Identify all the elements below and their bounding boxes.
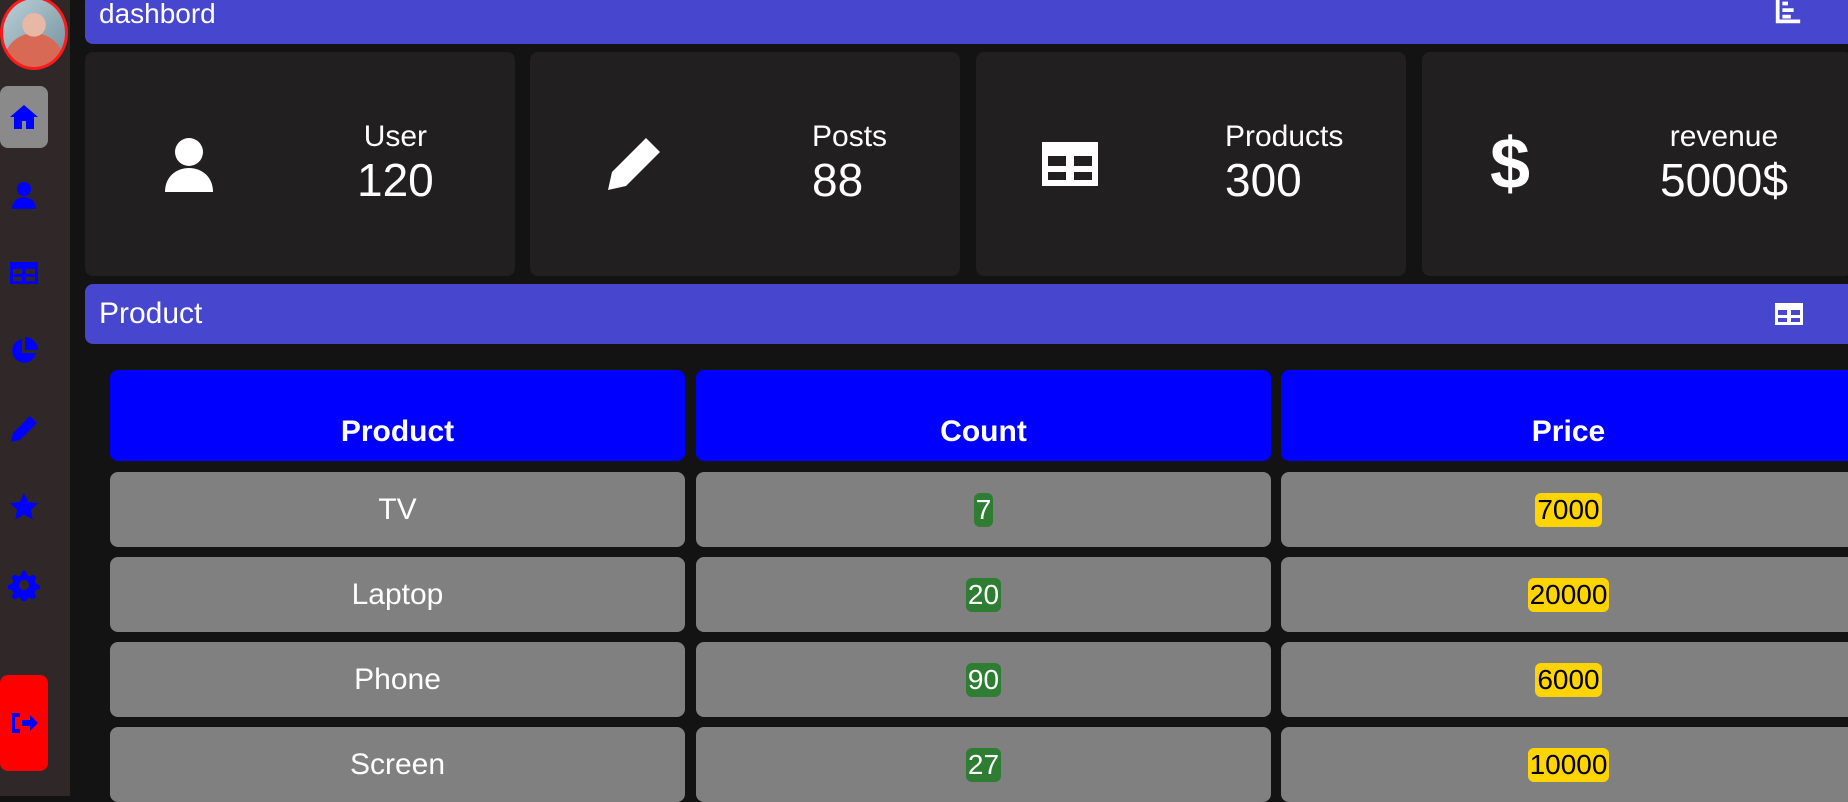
product-name: Phone: [354, 662, 441, 696]
panel-title: Product: [99, 297, 203, 330]
count-badge: 20: [965, 577, 1002, 612]
table-icon: [1775, 303, 1803, 325]
table-cell-product: Phone: [110, 642, 685, 717]
stat-label: Products: [1225, 120, 1344, 153]
header-bar: dashbord: [85, 0, 1848, 44]
bar-chart-icon: [1775, 0, 1801, 24]
pencil-icon: [602, 132, 666, 196]
stat-card-revenue: $ revenue 5000$: [1422, 52, 1848, 276]
price-badge: 10000: [1527, 747, 1610, 782]
logout-icon: [12, 713, 38, 733]
table-cell-product: Laptop: [110, 557, 685, 632]
stat-label: User: [363, 120, 428, 153]
table-cell-count: 90: [696, 642, 1271, 717]
price-badge: 20000: [1527, 577, 1610, 612]
stat-text: Products 300: [1225, 120, 1343, 206]
table-icon: [10, 262, 38, 284]
page-title: dashbord: [99, 0, 216, 29]
pie-chart-icon: [12, 337, 38, 363]
star-icon: [9, 493, 38, 520]
sidebar-item-chart[interactable]: [0, 320, 48, 382]
home-icon: [10, 105, 38, 129]
stat-text: revenue 5000$: [1660, 120, 1788, 206]
table-cell-product: TV: [110, 472, 685, 547]
sidebar-item-users[interactable]: [0, 164, 48, 226]
avatar[interactable]: [0, 0, 68, 70]
table-cell-price: 20000: [1281, 557, 1848, 632]
table-icon: [1038, 132, 1102, 196]
product-name: Screen: [349, 747, 446, 781]
table-cell-count: 7: [696, 472, 1271, 547]
product-name: TV: [378, 492, 417, 526]
column-header-price[interactable]: Price: [1281, 370, 1848, 461]
stat-text: Posts 88: [812, 120, 887, 206]
sidebar-item-home[interactable]: [0, 86, 48, 148]
logout-button[interactable]: [0, 675, 48, 771]
price-badge: 7000: [1535, 492, 1602, 527]
product-panel-header: Product: [85, 284, 1848, 344]
table-cell-product: Screen: [110, 727, 685, 802]
table-cell-price: 10000: [1281, 727, 1848, 802]
sidebar-item-table[interactable]: [0, 242, 48, 304]
table-cell-count: 20: [696, 557, 1271, 632]
table-cell-count: 27: [696, 727, 1271, 802]
menu-button[interactable]: [1773, 0, 1805, 28]
stat-value: 120: [357, 154, 434, 206]
panel-table-button[interactable]: [1773, 298, 1805, 330]
stat-card-users: User 120: [85, 52, 515, 276]
stat-card-posts: Posts 88: [530, 52, 960, 276]
user-icon: [12, 182, 36, 209]
stat-text: User 120: [357, 120, 434, 206]
table-cell-price: 7000: [1281, 472, 1848, 547]
count-badge: 7: [973, 492, 994, 527]
sidebar: [0, 0, 70, 796]
stat-card-products: Products 300: [976, 52, 1406, 276]
sidebar-item-posts[interactable]: [0, 398, 48, 460]
stat-label: Posts: [812, 120, 888, 153]
stat-value: 88: [812, 154, 864, 206]
pencil-icon: [11, 416, 37, 442]
stat-value: 5000$: [1660, 154, 1788, 206]
column-header-product[interactable]: Product: [110, 370, 685, 461]
stat-value: 300: [1225, 154, 1302, 206]
table-cell-price: 6000: [1281, 642, 1848, 717]
column-header-count[interactable]: Count: [696, 370, 1271, 461]
sidebar-item-settings[interactable]: [0, 554, 48, 616]
user-icon: [157, 132, 221, 196]
price-badge: 6000: [1535, 662, 1602, 697]
dollar-icon: $: [1489, 124, 1531, 204]
sidebar-item-favorites[interactable]: [0, 476, 48, 538]
gear-icon: [8, 571, 40, 601]
product-name: Laptop: [351, 577, 444, 611]
count-badge: 27: [965, 747, 1002, 782]
stat-label: revenue: [1669, 120, 1779, 153]
count-badge: 90: [965, 662, 1002, 697]
